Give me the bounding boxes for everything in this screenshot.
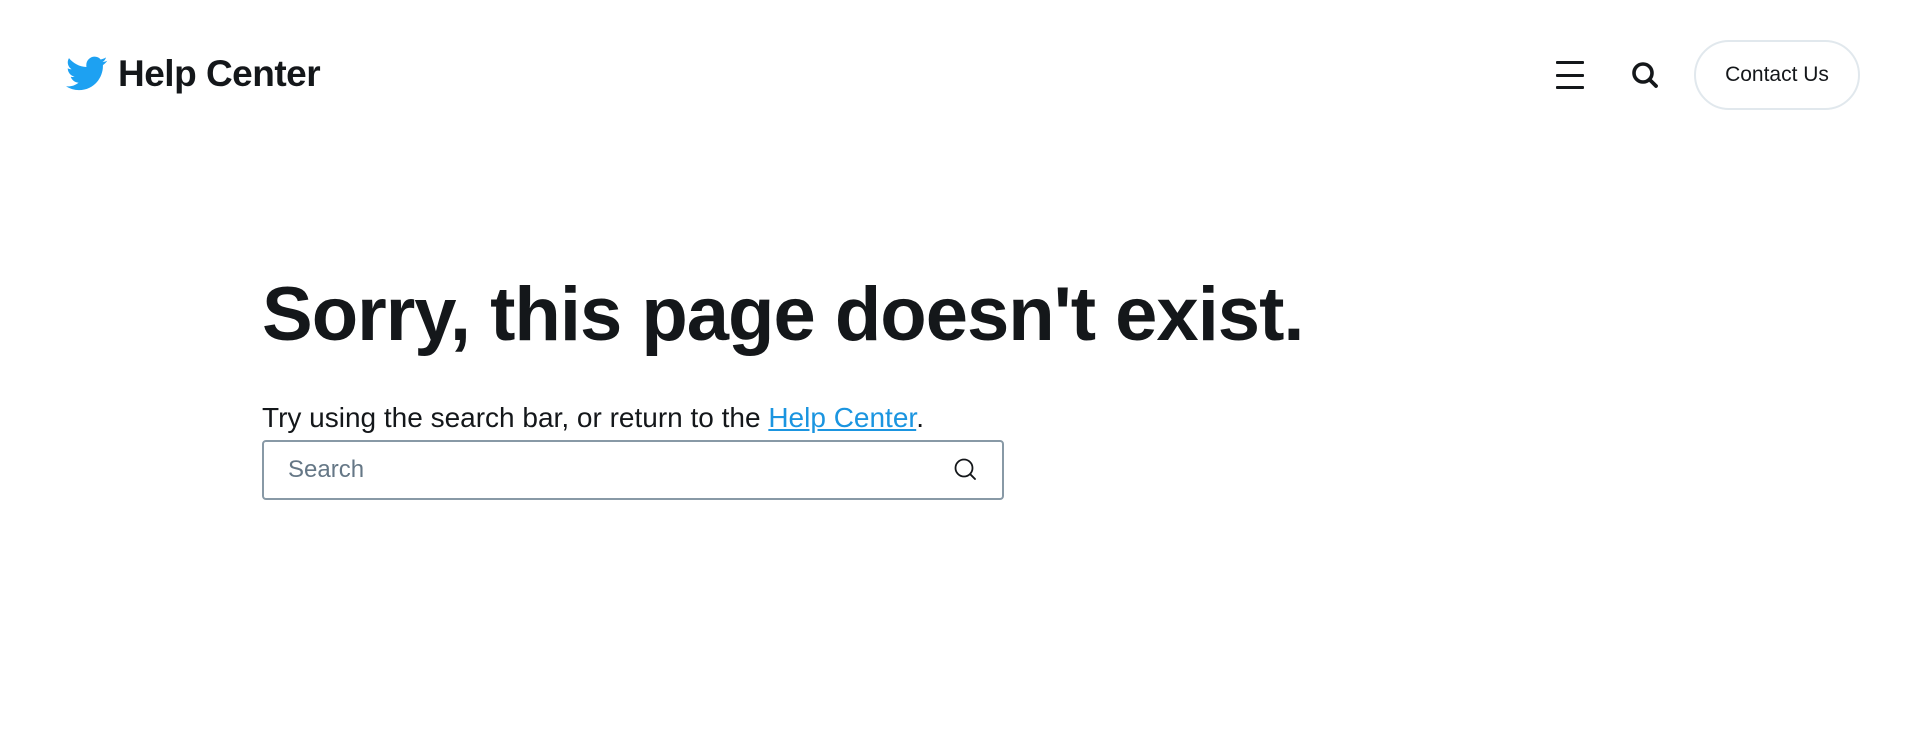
menu-button[interactable]	[1553, 58, 1587, 92]
search-box	[262, 440, 1004, 500]
site-header: Help Center Contact Us	[0, 0, 1920, 150]
page: Help Center Contact Us Sorry, this page …	[0, 0, 1920, 729]
search-icon	[954, 458, 976, 480]
search-submit-button[interactable]	[948, 452, 984, 488]
helper-text: Try using the search bar, or return to t…	[262, 401, 1662, 435]
help-center-link[interactable]: Help Center	[768, 402, 916, 433]
contact-us-button[interactable]: Contact Us	[1694, 40, 1860, 110]
hamburger-menu-icon-bar-middle	[1556, 73, 1584, 77]
twitter-bird-icon	[66, 56, 108, 92]
helper-text-prefix: Try using the search bar, or return to t…	[262, 402, 769, 433]
main-content: Sorry, this page doesn't exist. Try usin…	[262, 270, 1662, 500]
helper-text-suffix: .	[916, 402, 924, 433]
brand-title: Help Center	[118, 53, 321, 94]
page-title: Sorry, this page doesn't exist.	[262, 272, 1305, 357]
search-input[interactable]	[264, 442, 948, 498]
help-center-home-link[interactable]: Help Center	[66, 52, 321, 96]
hamburger-menu-icon-bar-top	[1556, 61, 1584, 64]
hamburger-menu-icon-bar-bottom	[1556, 86, 1584, 89]
search-toggle-button[interactable]	[1628, 58, 1662, 92]
search-icon	[1632, 62, 1658, 88]
